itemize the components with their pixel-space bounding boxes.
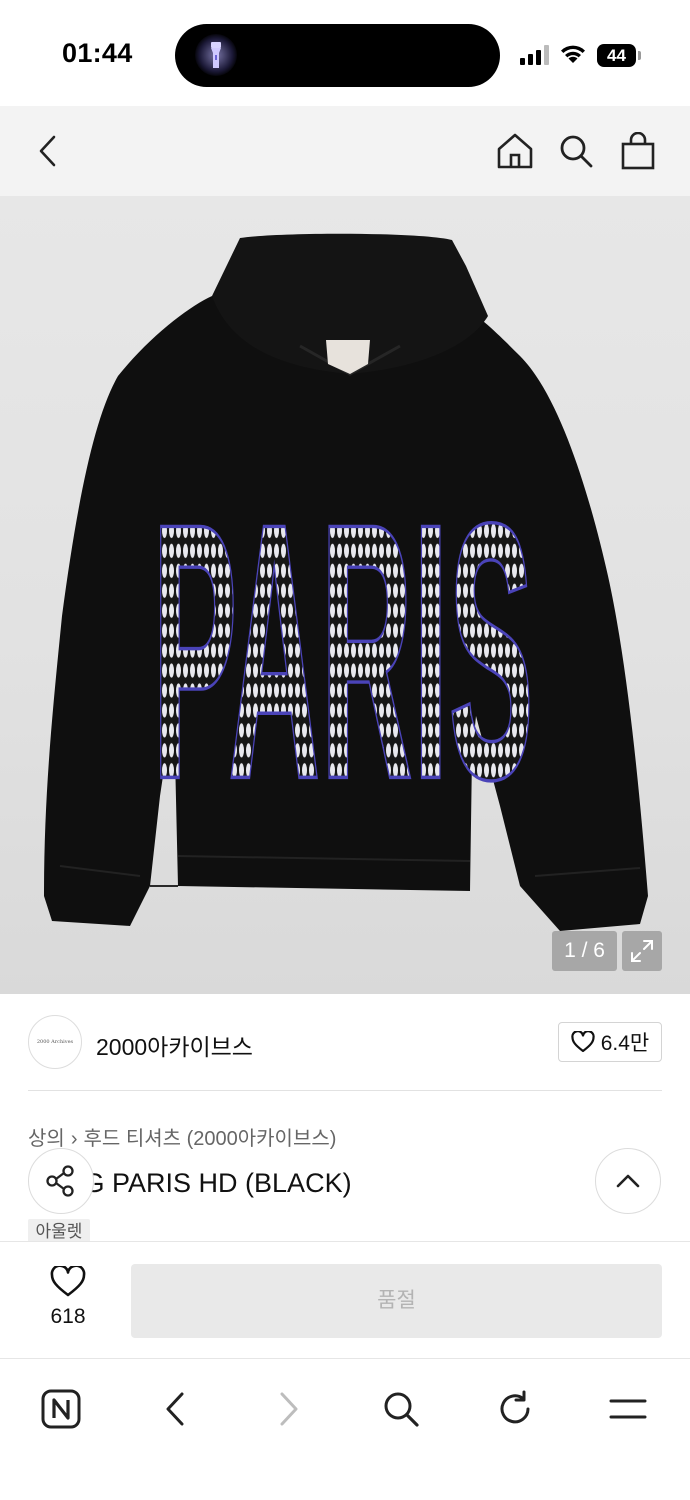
shopping-bag-icon bbox=[621, 132, 655, 170]
brand-row[interactable]: 2000 Archives 2000아카이브스 6.4만 bbox=[0, 994, 690, 1091]
search-icon bbox=[384, 1392, 419, 1427]
wifi-icon bbox=[561, 45, 585, 63]
expand-icon bbox=[631, 940, 653, 962]
browser-refresh-button[interactable] bbox=[485, 1379, 545, 1439]
home-button[interactable] bbox=[485, 106, 545, 196]
chevron-left-icon bbox=[166, 1392, 184, 1426]
back-button[interactable] bbox=[18, 106, 78, 196]
refresh-icon bbox=[500, 1390, 530, 1424]
cellular-signal-icon bbox=[520, 45, 549, 65]
battery-indicator: 44 bbox=[597, 44, 636, 67]
battery-tip bbox=[638, 51, 641, 60]
search-icon bbox=[560, 135, 593, 168]
status-bar: 01:44 44 bbox=[0, 0, 690, 106]
naver-home-button[interactable] bbox=[31, 1379, 91, 1439]
search-button[interactable] bbox=[546, 106, 606, 196]
scroll-top-button[interactable] bbox=[595, 1148, 661, 1214]
home-icon bbox=[497, 133, 533, 169]
brand-like-button[interactable]: 6.4만 bbox=[558, 1022, 662, 1062]
status-time: 01:44 bbox=[62, 38, 133, 68]
browser-forward-button[interactable] bbox=[259, 1379, 319, 1439]
flashlight-icon bbox=[195, 34, 237, 76]
chevron-right-icon: › bbox=[70, 1128, 78, 1150]
browser-toolbar bbox=[0, 1359, 690, 1500]
share-icon bbox=[46, 1165, 74, 1197]
brand-logo[interactable]: 2000 Archives bbox=[28, 1015, 82, 1069]
browser-menu-button[interactable] bbox=[598, 1379, 658, 1439]
browser-back-button[interactable] bbox=[145, 1379, 205, 1439]
chevron-left-icon bbox=[39, 135, 56, 167]
purchase-bar: 618 품절 bbox=[0, 1241, 690, 1359]
share-button[interactable] bbox=[28, 1148, 94, 1214]
wishlist-button[interactable]: 618 bbox=[30, 1264, 106, 1336]
expand-image-button[interactable] bbox=[622, 931, 662, 971]
product-image[interactable]: PARIS bbox=[0, 196, 690, 994]
wishlist-count: 618 bbox=[50, 1305, 86, 1328]
breadcrumb: 상의 › 후드 티셔츠 (2000아카이브스) bbox=[28, 1122, 336, 1151]
heart-icon bbox=[571, 1031, 595, 1053]
image-counter: 1 / 6 bbox=[552, 931, 617, 971]
brand-like-count: 6.4만 bbox=[600, 1032, 650, 1055]
naver-n-icon bbox=[41, 1389, 81, 1429]
chevron-right-icon bbox=[280, 1392, 298, 1426]
dynamic-island bbox=[175, 24, 500, 87]
browser-search-button[interactable] bbox=[371, 1379, 431, 1439]
top-navigation bbox=[0, 106, 690, 196]
hoodie-print-text: PARIS bbox=[152, 448, 534, 855]
breadcrumb-item-subcategory[interactable]: 후드 티셔츠 (2000아카이브스) bbox=[83, 1128, 336, 1150]
brand-name[interactable]: 2000아카이브스 bbox=[96, 1028, 253, 1062]
breadcrumb-item-category[interactable]: 상의 bbox=[28, 1128, 65, 1150]
chevron-up-icon bbox=[616, 1174, 640, 1188]
divider bbox=[28, 1090, 662, 1091]
soldout-button[interactable]: 품절 bbox=[131, 1264, 662, 1338]
heart-icon bbox=[50, 1264, 86, 1297]
hoodie-illustration: PARIS bbox=[44, 233, 648, 931]
hamburger-menu-icon bbox=[609, 1399, 647, 1419]
cart-button[interactable] bbox=[608, 106, 668, 196]
